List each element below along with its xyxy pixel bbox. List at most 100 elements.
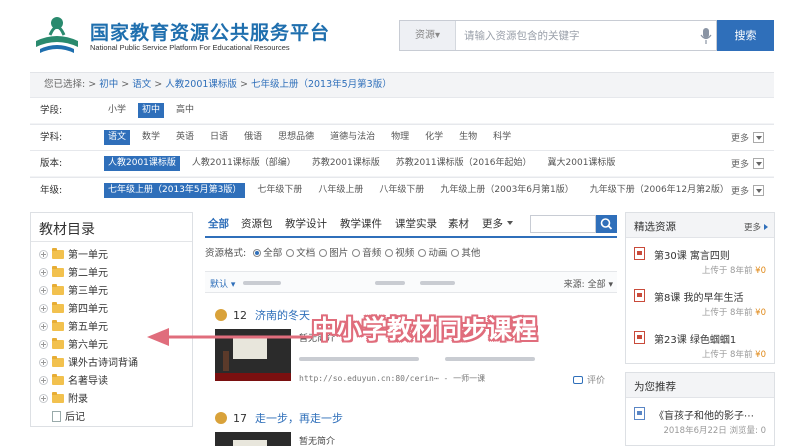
filter-option[interactable]: 九年级上册（2003年6月第1版） [436, 183, 577, 198]
filter-option[interactable]: 七年级上册（2013年5月第3版） [104, 182, 246, 198]
source-filter[interactable]: 来源: 全部 ▾ [564, 277, 613, 290]
filter-option[interactable]: 物理 [387, 130, 413, 145]
catalog-item[interactable]: 课外古诗词背诵 [39, 355, 138, 373]
catalog-item[interactable]: 第五单元 [39, 319, 138, 337]
filter-option[interactable]: 苏教2001课标版 [308, 156, 384, 171]
filter-option[interactable]: 苏教2011课标版（2016年起始） [392, 156, 536, 171]
filter-option[interactable]: 英语 [172, 130, 198, 145]
filter-option[interactable]: 化学 [421, 130, 447, 145]
filter-option[interactable]: 人教2001课标版 [104, 156, 180, 171]
recommend-item-name[interactable]: 《盲孩子和他的影子⋯ [654, 407, 754, 422]
expand-icon[interactable] [39, 304, 48, 313]
filter-option[interactable]: 八年级下册 [375, 183, 428, 198]
tab-2[interactable]: 教学设计 [285, 216, 327, 231]
filter-option[interactable]: 人教2011课标版（部编） [188, 156, 300, 171]
featured-item-name[interactable]: 第8课 我的早年生活 [654, 289, 744, 304]
evaluate-button[interactable]: 评价 [573, 373, 605, 386]
filter-option[interactable]: 思想品德 [274, 130, 318, 145]
filter-option[interactable]: 高中 [172, 103, 198, 118]
platform-logo-icon[interactable] [28, 13, 86, 57]
filter-option[interactable]: 冀大2001课标版 [544, 156, 620, 171]
catalog-item[interactable]: 第二单元 [39, 265, 138, 283]
filter-option[interactable]: 语文 [104, 129, 131, 145]
folder-icon [52, 392, 64, 403]
tab-4[interactable]: 课堂实录 [395, 216, 437, 231]
sort-default[interactable]: 默认 ▾ [210, 277, 235, 290]
filter-option[interactable]: 七年级下册 [253, 183, 306, 198]
breadcrumb-link[interactable]: 初中 [99, 79, 118, 90]
tab-search-button[interactable] [596, 215, 617, 233]
filter-option[interactable]: 数学 [138, 130, 164, 145]
breadcrumb-link[interactable]: 七年级上册（2013年5月第3版） [251, 79, 392, 90]
comment-icon [573, 376, 583, 384]
radio-button[interactable] [319, 249, 328, 257]
result-number: 17 [233, 412, 247, 425]
expand-icon[interactable] [39, 358, 48, 367]
breadcrumb: 您已选择: > 初中 > 语文 > 人教2001课标版 > 七年级上册（2013… [44, 79, 392, 90]
catalog-item[interactable]: 第一单元 [39, 247, 138, 265]
platform-name-cn[interactable]: 国家教育资源公共服务平台 [90, 18, 330, 45]
format-option[interactable]: 音频 [348, 248, 381, 259]
filter-option[interactable]: 八年级上册 [314, 183, 367, 198]
result-title[interactable]: 走一步，再走一步 [255, 412, 343, 425]
format-option[interactable]: 动画 [414, 248, 447, 259]
filter-option[interactable]: 日语 [206, 130, 232, 145]
filter-option[interactable]: 俄语 [240, 130, 266, 145]
tab-0[interactable]: 全部 [208, 216, 229, 231]
filter-more-button[interactable]: 更多 [731, 131, 764, 144]
featured-more-link[interactable]: 更多 [744, 221, 768, 233]
catalog-item[interactable]: 名著导读 [39, 373, 138, 391]
filter-more-button[interactable]: 更多 [731, 184, 764, 197]
expand-icon[interactable] [39, 268, 48, 277]
catalog-item[interactable]: 第三单元 [39, 283, 138, 301]
catalog-item[interactable]: 后记 [39, 409, 138, 427]
tab-3[interactable]: 教学课件 [340, 216, 382, 231]
source-value: 全部 [587, 280, 606, 290]
expand-icon[interactable] [39, 250, 48, 259]
filter-option[interactable]: 初中 [138, 103, 165, 118]
catalog-item[interactable]: 附录 [39, 391, 138, 409]
radio-button[interactable] [418, 249, 427, 257]
format-option[interactable]: 视频 [381, 248, 414, 259]
format-option[interactable]: 其他 [447, 248, 480, 259]
featured-item-name[interactable]: 第30课 寓言四则 [654, 247, 730, 262]
filter-option[interactable]: 小学 [104, 103, 130, 118]
catalog-item[interactable]: 第六单元 [39, 337, 138, 355]
radio-button[interactable] [253, 249, 262, 257]
expand-icon[interactable] [39, 394, 48, 403]
blurred-text [299, 357, 419, 361]
tab-search-input[interactable] [530, 215, 596, 233]
tab-5[interactable]: 素材 [448, 216, 469, 231]
breadcrumb-link[interactable]: 语文 [132, 79, 151, 90]
result-title[interactable]: 济南的冬天 [255, 309, 310, 322]
search-input[interactable] [464, 21, 694, 50]
radio-button[interactable] [286, 249, 295, 257]
result-url[interactable]: http://so.eduyun.cn:80/cerin⋯ - 一师一课 [299, 373, 485, 384]
filter-option[interactable]: 道德与法治 [326, 130, 379, 145]
radio-button[interactable] [352, 249, 361, 257]
video-thumbnail[interactable] [215, 432, 291, 446]
expand-icon[interactable] [39, 322, 48, 331]
filter-option[interactable]: 科学 [489, 130, 515, 145]
radio-button[interactable] [385, 249, 394, 257]
expand-icon[interactable] [39, 286, 48, 295]
breadcrumb-link[interactable]: 人教2001课标版 [165, 79, 237, 90]
catalog-item[interactable]: 第四单元 [39, 301, 138, 319]
filter-option[interactable]: 生物 [455, 130, 481, 145]
tab-1[interactable]: 资源包 [241, 216, 273, 231]
expand-icon[interactable] [39, 340, 48, 349]
format-option[interactable]: 全部 [249, 248, 282, 259]
search-scope-dropdown[interactable]: 资源▾ [400, 21, 456, 50]
format-option[interactable]: 图片 [315, 248, 348, 259]
radio-button[interactable] [451, 249, 460, 257]
filter-more-button[interactable]: 更多 [731, 157, 764, 170]
tab-more[interactable]: 更多 [482, 216, 513, 231]
microphone-icon[interactable] [700, 28, 712, 44]
search-button[interactable]: 搜索 [717, 20, 774, 51]
expand-icon[interactable] [39, 376, 48, 385]
featured-item-name[interactable]: 第23课 绿色蝈蝈1 [654, 331, 736, 346]
folder-icon [52, 374, 64, 385]
textbook-catalog-panel: 教材目录 第一单元 第二单元 第三单元 第四单元 第五单元 第六单元 课外古诗词背诵 名著导读… [30, 212, 193, 427]
filter-option[interactable]: 九年级下册（2006年12月第2版） [586, 183, 733, 198]
format-option[interactable]: 文档 [282, 248, 315, 259]
